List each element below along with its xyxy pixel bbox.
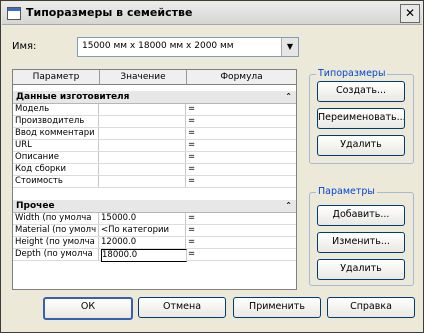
dialog-title: Типоразмеры в семействе (26, 6, 193, 19)
param-formula[interactable]: = (188, 104, 288, 115)
table-row[interactable]: Модель = (13, 104, 296, 116)
param-name: Height (по умолча (15, 237, 99, 248)
close-icon[interactable]: ✕ (400, 4, 420, 23)
delete-type-button[interactable]: Удалить (317, 135, 405, 156)
table-row[interactable]: Width (по умолча 15000.0 = (13, 213, 296, 225)
param-formula[interactable]: = (188, 152, 288, 163)
table-row[interactable]: Material (по умолч <По категории = (13, 225, 296, 237)
param-name: Описание (15, 152, 99, 163)
group-title: Данные изготовителя (16, 92, 130, 102)
apply-button[interactable]: Применить (233, 297, 321, 318)
table-row[interactable]: URL = (13, 140, 296, 152)
param-name: Стоимость (15, 176, 99, 187)
table-row[interactable]: Описание = (13, 152, 296, 164)
param-formula[interactable]: = (188, 249, 288, 260)
table-row[interactable]: Depth (по умолча 18000.0 = (13, 249, 296, 262)
collapse-icon[interactable]: ⌃ (285, 200, 292, 212)
window-icon (7, 7, 21, 20)
param-value[interactable] (101, 104, 186, 115)
column-header-parameter[interactable]: Параметр (13, 70, 100, 85)
param-value[interactable] (101, 152, 186, 163)
modify-parameter-button[interactable]: Изменить... (317, 232, 405, 253)
param-value[interactable]: 15000.0 (101, 213, 186, 224)
param-name: URL (15, 140, 99, 151)
param-name: Width (по умолча (15, 213, 99, 224)
ok-button[interactable]: ОК (43, 297, 133, 320)
new-type-button[interactable]: Создать... (317, 81, 405, 102)
group-manufacturer-data[interactable]: Данные изготовителя ⌃ (13, 91, 296, 104)
name-select-value: 15000 мм x 18000 мм x 2000 мм (82, 41, 234, 51)
group-title: Прочее (16, 201, 55, 211)
param-name: Material (по умолч (15, 225, 99, 236)
table-row[interactable]: Стоимость = (13, 176, 296, 188)
rename-type-button[interactable]: Переименовать... (317, 108, 405, 129)
param-formula[interactable]: = (188, 116, 288, 127)
table-row[interactable]: Производитель = (13, 116, 296, 128)
param-name: Depth (по умолча (15, 249, 99, 260)
param-formula[interactable]: = (188, 237, 288, 248)
param-value[interactable] (101, 140, 186, 151)
title-bar[interactable]: Типоразмеры в семействе ✕ (2, 2, 422, 25)
param-value[interactable] (101, 116, 186, 127)
param-formula[interactable]: = (188, 140, 288, 151)
param-name: Код сборки (15, 164, 99, 175)
group-other[interactable]: Прочее ⌃ (13, 200, 296, 213)
collapse-icon[interactable]: ⌃ (285, 91, 292, 103)
name-select[interactable]: 15000 мм x 18000 мм x 2000 мм ▼ (77, 37, 299, 57)
cancel-button[interactable]: Отмена (138, 297, 226, 318)
param-value[interactable] (101, 128, 186, 139)
param-formula[interactable]: = (188, 213, 288, 224)
param-name: Ввод комментари (15, 128, 99, 139)
parameters-group-title: Параметры (316, 186, 377, 197)
column-header-value[interactable]: Значение (100, 70, 187, 85)
param-value[interactable]: 12000.0 (101, 237, 186, 248)
delete-parameter-button[interactable]: Удалить (317, 259, 405, 280)
name-label: Имя: (12, 41, 37, 52)
param-name: Производитель (15, 116, 99, 127)
table-row[interactable]: Height (по умолча 12000.0 = (13, 237, 296, 249)
parameters-table: Параметр Значение Формула Данные изготов… (12, 69, 297, 290)
param-name: Модель (15, 104, 99, 115)
param-formula[interactable]: = (188, 176, 288, 187)
param-formula[interactable]: = (188, 225, 288, 236)
param-formula[interactable]: = (188, 128, 288, 139)
param-value[interactable] (101, 176, 186, 187)
param-value-edit-field[interactable]: 18000.0 (101, 249, 187, 262)
column-header-formula[interactable]: Формула (187, 70, 296, 85)
add-parameter-button[interactable]: Добавить... (317, 205, 405, 226)
types-group-title: Типоразмеры (316, 68, 388, 79)
param-value[interactable]: <По категории (101, 225, 186, 236)
param-value[interactable] (101, 164, 186, 175)
table-row[interactable]: Ввод комментари = (13, 128, 296, 140)
param-formula[interactable]: = (188, 164, 288, 175)
chevron-down-icon[interactable]: ▼ (281, 38, 298, 56)
family-types-dialog: Типоразмеры в семействе ✕ Имя: 15000 мм … (0, 0, 424, 333)
help-button[interactable]: Справка (327, 297, 415, 318)
table-row[interactable]: Код сборки = (13, 164, 296, 176)
